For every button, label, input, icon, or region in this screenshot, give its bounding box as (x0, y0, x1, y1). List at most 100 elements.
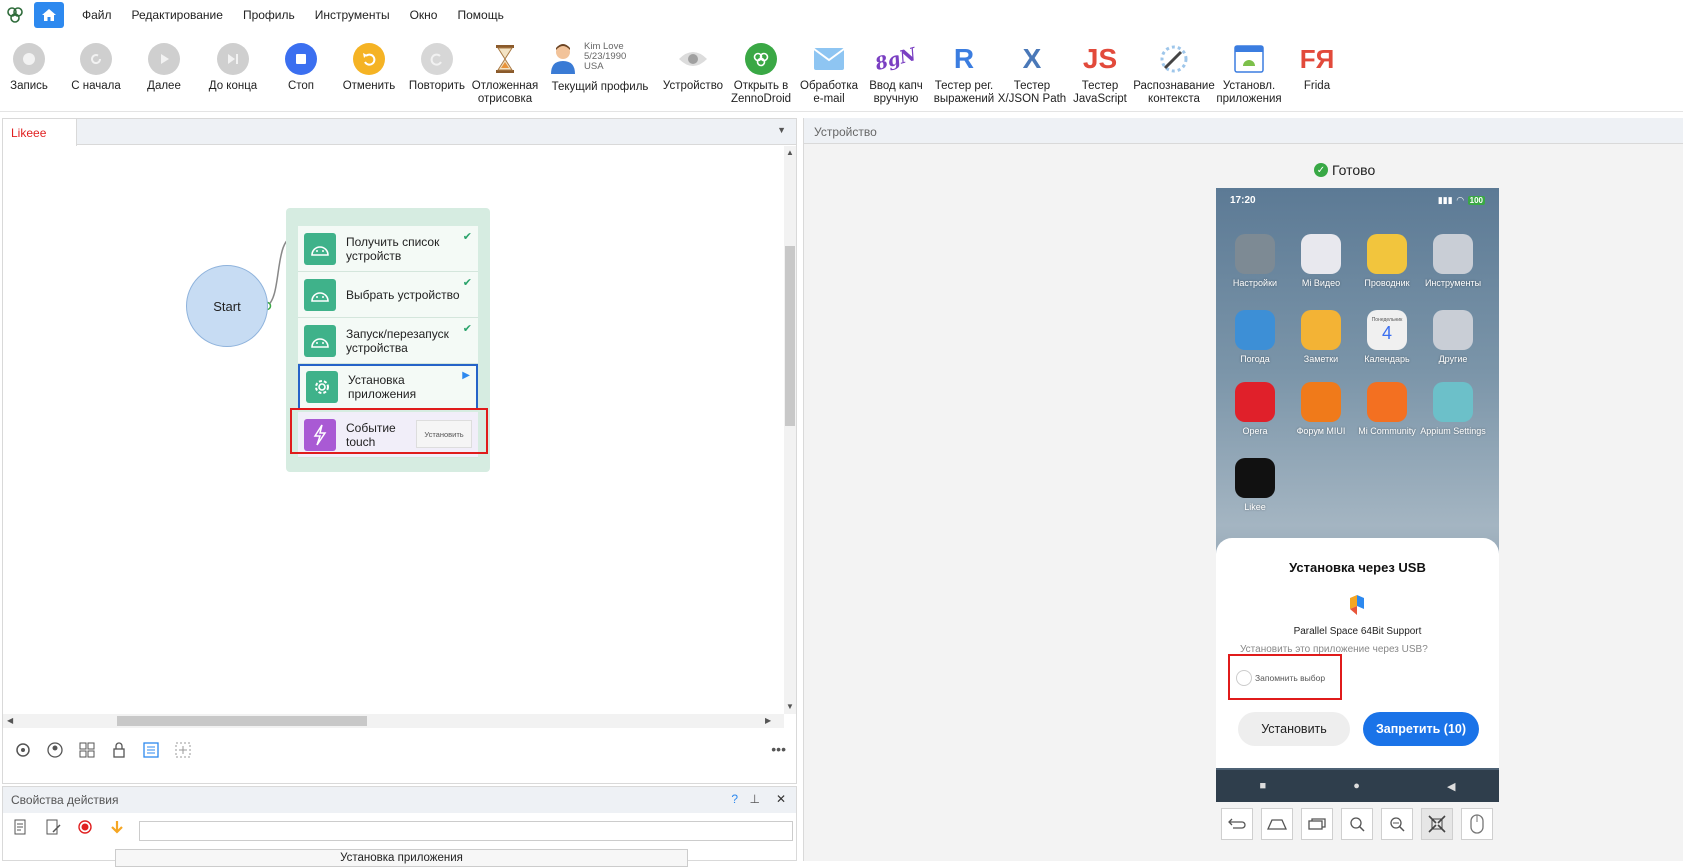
menu-profile[interactable]: Профиль (233, 0, 305, 30)
recent-apps-icon[interactable] (1301, 808, 1333, 840)
vertical-scrollbar[interactable]: ▲ ▼ (784, 146, 796, 714)
js-tester-button[interactable]: JS Тестер JavaScript (1065, 42, 1135, 106)
recents-icon[interactable]: ■ (1260, 780, 1267, 792)
redo-icon (421, 43, 453, 75)
parallel-space-icon (1348, 594, 1366, 616)
horizontal-scrollbar[interactable]: ◀ ▶ (3, 714, 784, 728)
node-restart-device[interactable]: Запуск/перезапуск устройства ✔ (298, 318, 478, 364)
device-screen[interactable]: 17:20 ▮▮▮ ◠ 100 Настройки Mi Видео Прово… (1216, 188, 1499, 802)
captcha-input-button[interactable]: 8gN Ввод капч вручную (861, 42, 931, 106)
app-explorer[interactable]: Проводник (1354, 234, 1420, 288)
menu-help[interactable]: Помощь (447, 0, 513, 30)
stop-icon (285, 43, 317, 75)
android-icon (304, 278, 336, 311)
node-get-devices[interactable]: Получить список устройств ✔ (298, 226, 478, 272)
app-appium-settings[interactable]: Appium Settings (1420, 382, 1486, 436)
app-calendar[interactable]: Понедельник 4 Календарь (1354, 310, 1420, 364)
home-outline-icon[interactable] (1261, 808, 1293, 840)
action-type-select[interactable]: Установка приложения (115, 849, 688, 867)
miui-forum-icon (1301, 382, 1341, 422)
menu-window[interactable]: Окно (400, 0, 448, 30)
mouse-icon[interactable] (1461, 808, 1493, 840)
menu-file[interactable]: Файл (72, 0, 122, 30)
screen-fit-icon[interactable] (1421, 808, 1453, 840)
delayed-render-button[interactable]: Отложенная отрисовка (470, 42, 540, 106)
restart-icon (80, 43, 112, 75)
edit-icon[interactable] (43, 817, 63, 837)
list-icon[interactable] (141, 740, 161, 760)
node-install-app[interactable]: Установка приложения ▶ (298, 364, 478, 410)
zoom-in-icon[interactable] (1341, 808, 1373, 840)
grid-icon[interactable] (77, 740, 97, 760)
zoom-out-icon[interactable] (1381, 808, 1413, 840)
app-others[interactable]: Другие (1420, 310, 1486, 364)
arrow-down-icon[interactable] (107, 817, 127, 837)
gear-icon (306, 371, 338, 403)
lock-icon[interactable] (109, 740, 129, 760)
phone-status-bar: 17:20 ▮▮▮ ◠ 100 (1230, 194, 1485, 206)
battery-icon: 100 (1467, 195, 1485, 205)
app-mi-community[interactable]: Mi Community (1354, 382, 1420, 436)
check-icon: ✔ (462, 277, 472, 289)
help-button[interactable]: ? (731, 792, 738, 806)
app-likee[interactable]: Likee (1222, 458, 1288, 512)
app-weather[interactable]: Погода (1222, 310, 1288, 364)
more-icon[interactable]: ••• (771, 741, 786, 757)
record-button[interactable]: Запись (0, 42, 64, 93)
add-frame-icon[interactable] (173, 740, 193, 760)
undo-button[interactable]: Отменить (334, 42, 404, 93)
horizontal-scroll-thumb[interactable] (117, 716, 367, 726)
current-profile-button[interactable]: Kim Love 5/23/1990 USA Текущий профиль (548, 42, 652, 93)
app-miui-forum[interactable]: Форум MIUI (1288, 382, 1354, 436)
frida-button[interactable]: FЯ Frida (1282, 42, 1352, 93)
xjson-tester-button[interactable]: X Тестер X/JSON Path (997, 42, 1067, 106)
tab-likeee[interactable]: Likeee (3, 119, 77, 146)
app-mi-video[interactable]: Mi Видео (1288, 234, 1354, 288)
tab-strip: Likeee ▼ (3, 119, 796, 146)
pin-icon[interactable]: ⊥ (750, 792, 760, 806)
installed-apps-button[interactable]: Установл. приложения (1214, 42, 1284, 106)
back-triangle-icon[interactable]: ◀ (1447, 780, 1455, 793)
app-opera[interactable]: Opera (1222, 382, 1288, 436)
regex-tester-button[interactable]: R Тестер рег. выражений (929, 42, 999, 106)
android-icon (304, 232, 336, 265)
back-icon[interactable] (1221, 808, 1253, 840)
device-button[interactable]: Устройство (658, 42, 728, 93)
project-canvas[interactable]: Start Получить список устройств ✔ Выбрат… (3, 146, 784, 714)
app-settings[interactable]: Настройки (1222, 234, 1288, 288)
to-end-button[interactable]: До конца (198, 42, 268, 93)
wifi-icon: ◠ (1456, 194, 1464, 205)
app-notes[interactable]: Заметки (1288, 310, 1354, 364)
check-icon: ✔ (462, 231, 472, 243)
menu-edit[interactable]: Редактирование (122, 0, 233, 30)
menu-tools[interactable]: Инструменты (305, 0, 400, 30)
app-tools[interactable]: Инструменты (1420, 234, 1486, 288)
install-button[interactable]: Установить (1238, 712, 1350, 746)
from-start-button[interactable]: С начала (61, 42, 131, 93)
record-dot-icon[interactable] (75, 817, 95, 837)
repeat-button[interactable]: Повторить (402, 42, 472, 93)
start-node[interactable]: Start (186, 265, 268, 347)
user-icon[interactable] (45, 740, 65, 760)
close-icon[interactable]: ✕ (776, 792, 786, 806)
email-processing-button[interactable]: Обработка e-mail (794, 42, 864, 106)
xjson-icon: X (1022, 43, 1042, 74)
video-app-icon (1301, 234, 1341, 274)
stop-button[interactable]: Стоп (266, 42, 336, 93)
context-recognition-button[interactable]: Распознавание контекста (1133, 42, 1215, 106)
home-button[interactable] (34, 2, 64, 28)
home-circle-icon[interactable]: ● (1353, 780, 1360, 792)
properties-icon[interactable] (11, 817, 31, 837)
canvas-toolbar: ••• (3, 731, 796, 769)
tab-dropdown-icon[interactable]: ▼ (777, 125, 786, 135)
node-select-device[interactable]: Выбрать устройство ✔ (298, 272, 478, 318)
settings-icon[interactable] (13, 740, 33, 760)
vertical-scroll-thumb[interactable] (785, 246, 795, 426)
open-zennodroid-button[interactable]: Открыть в ZennoDroid (726, 42, 796, 106)
play-icon (148, 43, 180, 75)
properties-search-input[interactable] (139, 821, 793, 841)
deny-button[interactable]: Запретить (10) (1363, 712, 1479, 746)
action-properties-panel: Свойства действия ? ⊥ ✕ Установка прилож… (2, 786, 797, 867)
next-button[interactable]: Далее (129, 42, 199, 93)
device-panel-title: Устройство (804, 118, 1683, 144)
